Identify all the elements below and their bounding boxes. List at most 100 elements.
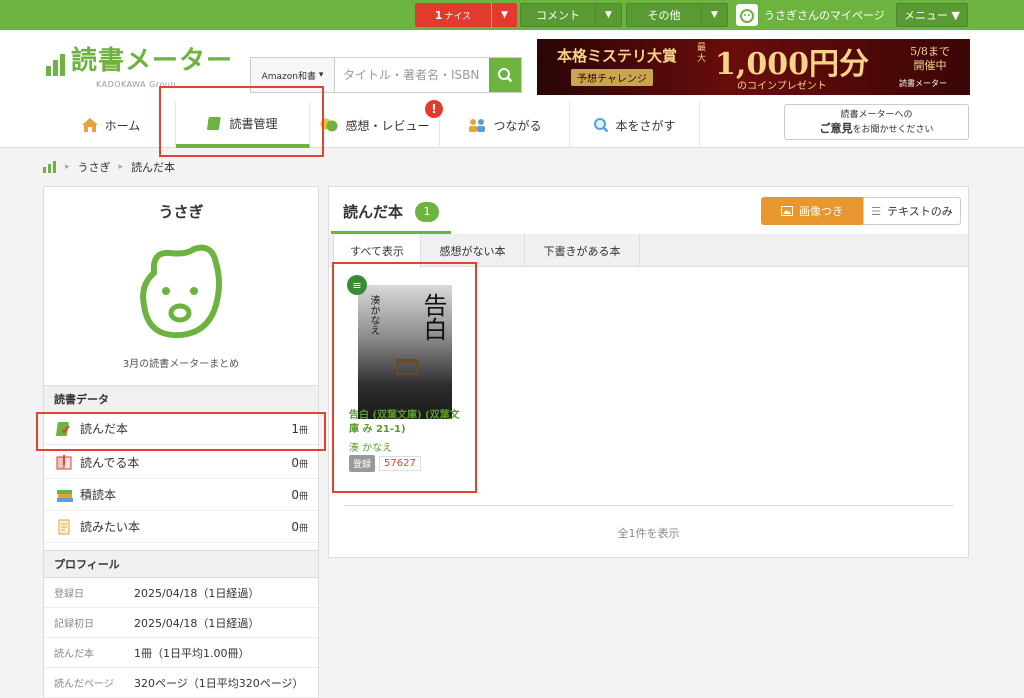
registration-count: 登録 57627 xyxy=(349,455,421,472)
book-icon xyxy=(207,115,223,131)
filter-tabs: すべて表示 感想がない本 下書きがある本 xyxy=(329,234,968,268)
top-bar: 1 ナイス ▼ コメント ▼ その他 ▼ うさぎさんのマイページ メニュー ▼ xyxy=(0,0,1024,30)
read-book-icon xyxy=(56,421,74,437)
breadcrumb: ▸ うさぎ ▸ 読んだ本 xyxy=(43,159,175,175)
view-text-only-button[interactable]: ☰ テキストのみ xyxy=(863,197,961,225)
chat-bubbles-icon xyxy=(319,117,339,133)
feedback-line2: をお聞かせください xyxy=(852,125,934,135)
nav-find-books[interactable]: 本をさがす xyxy=(570,102,700,148)
nav-reading-management[interactable]: 読書管理 xyxy=(176,102,310,148)
profile-row: 読んだページ 320ページ（1日平均320ページ） xyxy=(44,668,318,698)
breadcrumb-user[interactable]: うさぎ xyxy=(78,159,111,175)
divider xyxy=(345,505,954,506)
profile-card: うさぎ 3月の読書メーターまとめ 読書データ 読んだ本 1冊 読んでる本 0冊 … xyxy=(43,186,319,698)
other-label: その他 xyxy=(647,9,681,22)
image-icon xyxy=(781,206,793,216)
desk-illustration xyxy=(396,359,418,375)
people-icon xyxy=(467,117,487,133)
monthly-summary-link[interactable]: 3月の読書メーターまとめ xyxy=(44,355,318,370)
profile-row: 登録日 2025/04/18（1日経過） xyxy=(44,578,318,608)
list-icon: ☰ xyxy=(871,204,882,218)
profile-heading: プロフィール xyxy=(44,550,318,578)
nice-count: 1 xyxy=(434,8,443,22)
breadcrumb-current: 読んだ本 xyxy=(131,161,176,174)
nav-reviews[interactable]: 感想・レビュー ! xyxy=(310,100,443,148)
profile-key: 記録初日 xyxy=(54,619,94,630)
nav-connect[interactable]: つながる xyxy=(440,102,570,148)
search-category-select[interactable]: Amazon和書 ▾ xyxy=(251,58,335,92)
nav-home[interactable]: ホーム xyxy=(46,102,176,148)
tab-has-draft[interactable]: 下書きがある本 xyxy=(525,234,640,267)
user-name[interactable]: うさぎ xyxy=(44,201,318,222)
site-header: 読書メーター KADOKAWA Group Amazon和書 ▾ 本格ミステリ大… xyxy=(0,30,1024,148)
view-with-images-button[interactable]: 画像つき xyxy=(761,197,863,225)
mini-avatar-icon xyxy=(736,4,758,26)
profile-value: 2025/04/18（1日経過） xyxy=(134,616,260,630)
profile-row: 読んだ本 1冊（1日平均1.00冊） xyxy=(44,638,318,668)
data-row-label: 読んだ本 xyxy=(80,422,129,436)
book-cover[interactable]: 告白 湊かなえ xyxy=(358,285,452,419)
mypage-link[interactable]: うさぎさんのマイページ xyxy=(736,3,885,27)
comment-dropdown-icon[interactable]: ▼ xyxy=(595,4,621,26)
home-bars-icon[interactable] xyxy=(43,161,57,173)
menu-button[interactable]: メニュー ▼ xyxy=(896,3,968,27)
tab-no-review[interactable]: 感想がない本 xyxy=(421,234,525,267)
site-logo[interactable]: 読書メーター xyxy=(46,46,233,76)
search-input[interactable] xyxy=(335,58,489,92)
data-row-reading[interactable]: 読んでる本 0冊 xyxy=(44,447,318,479)
nice-button[interactable]: 1 ナイス ▼ xyxy=(415,3,517,27)
logo-text: 読書メーター xyxy=(71,46,234,76)
promo-banner[interactable]: 本格ミステリ大賞 予想チャレンジ 最大 1,000円分 のコインプレゼント 5/… xyxy=(537,39,970,95)
nav-find-books-label: 本をさがす xyxy=(615,118,676,133)
tab-all[interactable]: すべて表示 xyxy=(333,234,421,268)
data-row-stacked[interactable]: 積読本 0冊 xyxy=(44,479,318,511)
user-avatar-icon[interactable] xyxy=(136,243,226,346)
data-row-read[interactable]: 読んだ本 1冊 xyxy=(44,413,318,445)
total-count-text: 全1件を表示 xyxy=(617,527,680,540)
profile-key: 読んだページ xyxy=(54,679,114,690)
nice-dropdown-icon[interactable]: ▼ xyxy=(491,3,517,27)
magnifier-icon xyxy=(593,117,609,133)
stacked-books-icon xyxy=(56,487,74,503)
banner-subtitle: 予想チャレンジ xyxy=(571,69,653,86)
data-row-unit: 冊 xyxy=(298,425,308,436)
search-icon xyxy=(498,68,513,83)
data-row-unit: 冊 xyxy=(298,523,308,534)
main-nav: ホーム 読書管理 感想・レビュー ! つながる 本をさがす xyxy=(46,100,700,148)
view-text-only-label: テキストのみ xyxy=(887,205,953,218)
data-row-count: 0 xyxy=(291,455,299,470)
profile-value: 1冊（1日平均1.00冊） xyxy=(134,646,250,660)
banner-brand: 読書メーター xyxy=(899,79,947,88)
comment-label: コメント xyxy=(536,9,580,22)
home-icon xyxy=(81,117,99,133)
comment-button[interactable]: コメント ▼ xyxy=(520,3,622,27)
book-author-link[interactable]: 湊 かなえ xyxy=(349,439,392,454)
banner-date: 5/8まで 開催中 xyxy=(910,45,950,72)
book-menu-icon[interactable]: ≡ xyxy=(347,275,367,295)
read-count-badge: 1 xyxy=(415,201,440,222)
panel-title: 読んだ本 xyxy=(343,203,404,221)
feedback-button[interactable]: 読書メーターへの ご意見をお聞かせください xyxy=(784,104,969,140)
other-dropdown-icon[interactable]: ▼ xyxy=(701,4,727,26)
reading-data-heading: 読書データ xyxy=(44,385,318,413)
profile-row: 記録初日 2025/04/18（1日経過） xyxy=(44,608,318,638)
view-with-images-label: 画像つき xyxy=(799,205,843,218)
book-title-link[interactable]: 告白 (双葉文庫) (双葉文庫 み 21-1) xyxy=(349,409,465,437)
data-row-count: 0 xyxy=(291,487,299,502)
data-row-count: 1 xyxy=(291,421,299,436)
data-row-want[interactable]: 読みたい本 0冊 xyxy=(44,511,318,543)
logo-bars-icon xyxy=(46,54,65,76)
data-row-label: 積読本 xyxy=(80,488,117,502)
banner-max: 最大 xyxy=(697,43,707,64)
other-button[interactable]: その他 ▼ xyxy=(626,3,728,27)
search-button[interactable] xyxy=(489,58,521,92)
nice-unit: ナイス xyxy=(444,11,472,22)
data-row-unit: 冊 xyxy=(298,459,308,470)
wishlist-note-icon xyxy=(56,519,74,535)
cover-title: 告白 xyxy=(419,293,447,341)
breadcrumb-separator: ▸ xyxy=(65,162,70,172)
read-books-panel: 読んだ本 1 画像つき ☰ テキストのみ すべて表示 感想がない本 下書きがある… xyxy=(328,186,969,558)
nav-reading-management-label: 読書管理 xyxy=(229,116,278,131)
cover-author: 湊かなえ xyxy=(368,295,379,335)
banner-present: のコインプレゼント xyxy=(737,81,827,92)
